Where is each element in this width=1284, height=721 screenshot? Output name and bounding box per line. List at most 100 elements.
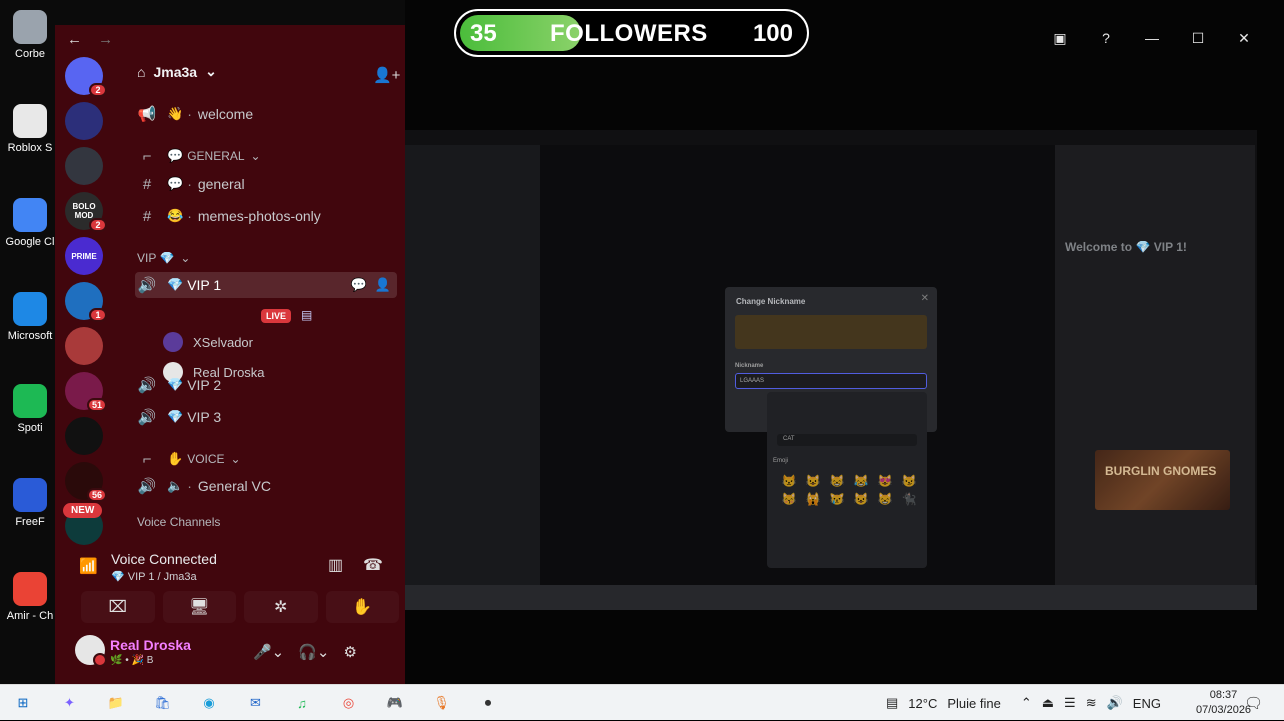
weather-desc[interactable]: Pluie fine bbox=[947, 696, 1000, 711]
add-member-icon[interactable]: 👤+ bbox=[373, 66, 400, 84]
forward-arrow-icon[interactable]: → bbox=[98, 31, 113, 48]
start-icon[interactable]: ⊞ bbox=[12, 692, 34, 714]
help-icon[interactable]: ? bbox=[1096, 28, 1116, 48]
new-badge[interactable]: NEW bbox=[63, 503, 103, 518]
file-explorer-icon[interactable]: 📁 bbox=[105, 692, 127, 714]
channel-label: welcome bbox=[197, 106, 254, 122]
headphones-icon[interactable]: 🎧⌄ bbox=[298, 643, 329, 661]
server-icon[interactable] bbox=[65, 147, 103, 185]
desktop-shortcut[interactable]: Amir - Ch bbox=[0, 572, 60, 622]
avatar[interactable] bbox=[75, 635, 107, 667]
desktop: Corbe Roblox S Google Cl Microsoft Spoti Free… bbox=[0, 0, 1284, 684]
channel-general[interactable]: # 💬 · general bbox=[135, 171, 397, 197]
desktop-shortcut[interactable]: Microsoft bbox=[0, 292, 60, 342]
channel-vip-1[interactable]: 🔊 💎 VIP 1 💬 👤 bbox=[135, 272, 397, 298]
category-vip[interactable]: VIP 💎 ⌄ bbox=[135, 245, 397, 271]
emoji-cell: 😺 bbox=[853, 492, 869, 506]
channel-label: General VC bbox=[197, 478, 272, 494]
server-icon[interactable]: PRIME bbox=[65, 237, 103, 275]
voice-status[interactable]: Voice Connected bbox=[111, 551, 217, 567]
speaker-icon: 🔊 bbox=[137, 478, 157, 495]
desktop-shortcut[interactable]: Google Cl bbox=[0, 198, 60, 248]
voice-member[interactable]: XSelvador bbox=[163, 330, 253, 354]
back-arrow-icon[interactable]: ← bbox=[67, 31, 82, 48]
channel-vip-3[interactable]: 🔊 💎 VIP 3 bbox=[135, 404, 397, 430]
soundboard-button[interactable]: ✋ bbox=[325, 591, 399, 623]
nickname-field: LGAAAS bbox=[735, 373, 927, 389]
server-icon[interactable]: 56 bbox=[65, 462, 107, 502]
channel-memes[interactable]: # 😂 · memes-photos-only bbox=[135, 203, 397, 229]
speaker-icon: 🔊 bbox=[137, 377, 157, 394]
channel-vip-2[interactable]: 🔊 💎 VIP 2 bbox=[135, 372, 397, 398]
gem-emoji: 💎 bbox=[167, 277, 184, 292]
chevron-up-icon[interactable]: ⌃ bbox=[1021, 695, 1032, 711]
desktop-shortcut[interactable]: Roblox S bbox=[0, 104, 60, 154]
invite-icon[interactable]: 👤 bbox=[375, 277, 391, 293]
store-icon[interactable]: 🛍 bbox=[152, 692, 174, 714]
noise-suppression-icon[interactable]: ▥ bbox=[328, 555, 343, 575]
chrome-icon[interactable]: ◎ bbox=[338, 692, 360, 714]
chat-icon[interactable]: 💬 bbox=[351, 277, 367, 293]
server-icon[interactable]: 51 bbox=[65, 372, 107, 412]
desktop-shortcut[interactable]: FreeF bbox=[0, 478, 60, 528]
shortcut-label: Google Cl bbox=[5, 236, 55, 248]
voice-actions: ⌧ 🖥 ✲ ✋ bbox=[81, 591, 399, 625]
notification-icon[interactable]: 🗨 bbox=[1244, 694, 1263, 712]
category-general[interactable]: ⌐ 💬 GENERAL ⌄ bbox=[135, 143, 397, 169]
edge-icon[interactable]: ◉ bbox=[198, 692, 220, 714]
voice-channel[interactable]: 💎 VIP 1 / Jma3a bbox=[111, 570, 197, 583]
followers-title: FOLLOWERS bbox=[550, 20, 708, 47]
microphone-icon[interactable]: 🎙 bbox=[431, 692, 453, 714]
emoji-cell: 😻 bbox=[877, 474, 893, 488]
channel-general-vc[interactable]: 🔊 🔈 · General VC bbox=[135, 473, 397, 499]
laugh-emoji: 😂 bbox=[167, 208, 184, 223]
server-icon[interactable]: 2 bbox=[65, 57, 107, 97]
disconnect-icon[interactable]: ☎ bbox=[363, 555, 383, 575]
server-icon[interactable] bbox=[65, 102, 103, 140]
server-icon[interactable]: 1 bbox=[65, 282, 107, 322]
spotify-icon[interactable]: ♫ bbox=[291, 692, 313, 714]
outlook-icon[interactable]: ✉ bbox=[245, 692, 267, 714]
usb-icon[interactable]: ⏏ bbox=[1042, 695, 1054, 711]
network-icon[interactable]: ☰ bbox=[1064, 695, 1076, 711]
minimize-button[interactable]: — bbox=[1142, 28, 1162, 48]
cast-icon[interactable]: ▣ bbox=[1050, 28, 1070, 48]
category-label: Voice Channels bbox=[137, 515, 221, 529]
signal-icon[interactable]: 📶 bbox=[79, 557, 98, 575]
activities-button[interactable]: ✲ bbox=[244, 591, 318, 623]
server-icon: ⌂ bbox=[137, 63, 146, 80]
hash-icon: # bbox=[142, 207, 152, 225]
microphone-icon[interactable]: 🎤⌄ bbox=[253, 643, 284, 661]
obs-icon[interactable]: ⏺ bbox=[477, 692, 499, 714]
weather-temp[interactable]: 12°C bbox=[908, 696, 937, 711]
announcement-icon: 📢 bbox=[137, 106, 157, 123]
desktop-shortcut[interactable]: Corbe bbox=[0, 10, 60, 60]
language-indicator[interactable]: ENG bbox=[1133, 696, 1161, 711]
volume-icon[interactable]: 🔊 bbox=[1107, 695, 1123, 711]
desktop-shortcut[interactable]: Spoti bbox=[0, 384, 60, 434]
discord-icon[interactable]: 🎮 bbox=[384, 692, 406, 714]
screen-share-icon: ▤ bbox=[301, 308, 313, 322]
server-icon[interactable] bbox=[65, 327, 103, 365]
camera-off-button[interactable]: ⌧ bbox=[81, 591, 155, 623]
wifi-icon[interactable]: ≋ bbox=[1086, 695, 1097, 711]
server-icon[interactable] bbox=[65, 417, 103, 455]
close-button[interactable]: ✕ bbox=[1234, 28, 1254, 48]
category-voice-channels[interactable]: Voice Channels bbox=[135, 515, 397, 529]
server-icon[interactable]: BOLO MOD 2 bbox=[65, 192, 107, 232]
app-icon bbox=[13, 384, 47, 418]
user-name[interactable]: Real Droska bbox=[110, 637, 191, 653]
wave-emoji: 👋 bbox=[167, 106, 184, 121]
copilot-icon[interactable]: ✦ bbox=[59, 692, 81, 714]
app-icon bbox=[13, 198, 47, 232]
channel-welcome[interactable]: 📢 👋 · welcome bbox=[135, 101, 397, 127]
maximize-button[interactable]: ☐ bbox=[1188, 28, 1208, 48]
gem-emoji: 💎 bbox=[167, 377, 184, 392]
weather-icon[interactable]: ▤ bbox=[886, 695, 898, 711]
screen-share-button[interactable]: 🖥 bbox=[162, 591, 236, 623]
server-header[interactable]: ⌂ Jma3a ⌄ bbox=[137, 63, 217, 80]
gear-icon[interactable]: ⚙ bbox=[344, 643, 357, 661]
category-voice[interactable]: ⌐ ✋ VOICE ⌄ bbox=[135, 446, 397, 472]
clock[interactable]: 08:37 07/03/2026 bbox=[1196, 688, 1251, 718]
modal-title: Change Nickname bbox=[736, 297, 806, 306]
